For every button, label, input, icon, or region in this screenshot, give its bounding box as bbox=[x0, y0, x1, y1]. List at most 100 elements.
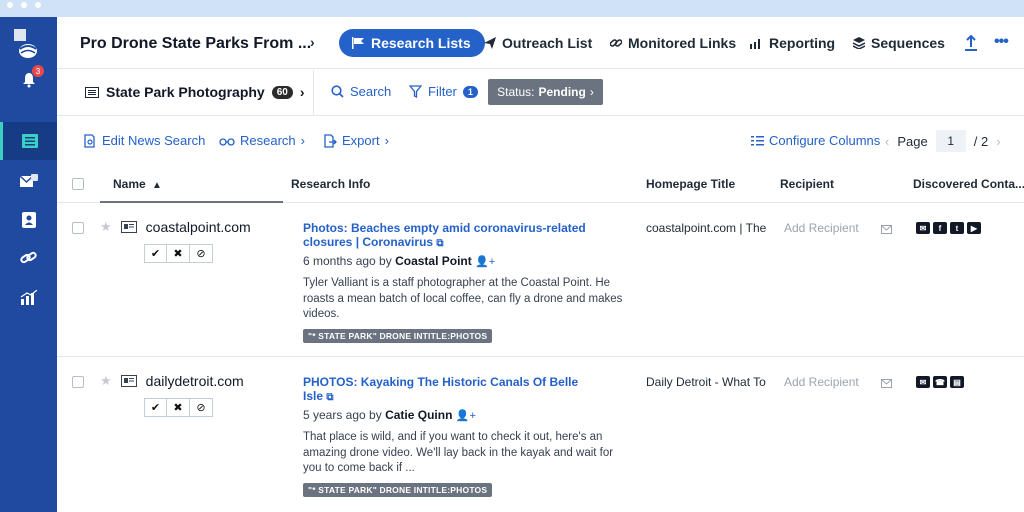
tab-monitored-links[interactable]: Monitored Links bbox=[610, 29, 736, 57]
email-icon[interactable]: ✉ bbox=[916, 376, 930, 388]
research-button[interactable]: Research › bbox=[219, 133, 305, 148]
tab-research-lists[interactable]: Research Lists bbox=[339, 29, 485, 57]
facebook-icon[interactable]: f bbox=[933, 222, 947, 234]
tab-sequences[interactable]: Sequences bbox=[853, 29, 945, 57]
flag-icon bbox=[352, 37, 364, 49]
edit-news-search-button[interactable]: Edit News Search bbox=[83, 133, 205, 148]
upload-icon[interactable] bbox=[964, 34, 978, 54]
contact-form-icon[interactable]: ▤ bbox=[950, 376, 964, 388]
article-age: 6 months ago by bbox=[303, 254, 392, 268]
layers-icon bbox=[853, 37, 865, 49]
link-icon bbox=[19, 251, 37, 264]
chevron-right-icon: › bbox=[299, 84, 305, 100]
research-info: PHOTOS: Kayaking The Historic Canals Of … bbox=[303, 375, 613, 497]
filter-count-badge: 1 bbox=[462, 85, 478, 98]
discovered-contacts: ✉ f t ▶ bbox=[916, 222, 981, 234]
reject-button[interactable]: ✖ bbox=[167, 244, 190, 263]
reject-button[interactable]: ✖ bbox=[167, 398, 190, 417]
tab-outreach-list[interactable]: Outreach List bbox=[484, 29, 592, 57]
article-author[interactable]: Catie Quinn bbox=[385, 408, 452, 422]
website-icon bbox=[120, 221, 137, 233]
filter-label: Filter bbox=[428, 84, 457, 99]
column-header-name[interactable]: Name ▲ bbox=[113, 177, 162, 191]
send-icon bbox=[484, 37, 496, 49]
domain-name[interactable]: dailydetroit.com bbox=[146, 373, 244, 389]
external-link-icon: ⧉ bbox=[436, 238, 444, 249]
phone-icon[interactable]: ☎ bbox=[933, 376, 947, 388]
configure-columns-label: Configure Columns bbox=[769, 133, 881, 148]
row-checkbox[interactable] bbox=[72, 376, 84, 388]
star-icon[interactable]: ★ bbox=[100, 219, 112, 235]
tab-reporting[interactable]: Reporting bbox=[749, 29, 835, 57]
block-button[interactable]: ⊘ bbox=[190, 244, 213, 263]
website-icon bbox=[120, 375, 137, 387]
chevron-right-icon: › bbox=[384, 133, 389, 148]
twitter-icon[interactable]: t bbox=[950, 222, 964, 234]
top-navigation: Pro Drone State Parks From ... › Researc… bbox=[57, 17, 1024, 69]
status-filter-button[interactable]: Status: Pending › bbox=[488, 79, 603, 105]
sidebar-item-reporting[interactable] bbox=[0, 279, 57, 317]
list-name: State Park Photography bbox=[106, 84, 265, 100]
discovered-contacts: ✉ ☎ ▤ bbox=[916, 376, 964, 388]
article-headline-link[interactable]: PHOTOS: Kayaking The Historic Canals Of … bbox=[303, 375, 583, 405]
chevron-right-icon[interactable]: › bbox=[310, 34, 315, 50]
block-button[interactable]: ⊘ bbox=[190, 398, 213, 417]
row-actions: ✔ ✖ ⊘ bbox=[144, 398, 213, 417]
article-meta: 5 years ago by Catie Quinn 👤+ bbox=[303, 407, 583, 424]
approve-button[interactable]: ✔ bbox=[144, 244, 167, 263]
add-recipient-button[interactable]: Add Recipient bbox=[784, 375, 859, 389]
article-description: That place is wild, and if you want to c… bbox=[303, 431, 614, 474]
column-header-homepage-title[interactable]: Homepage Title bbox=[646, 177, 735, 191]
list-selector[interactable]: State Park Photography 60 › bbox=[85, 84, 305, 100]
table-row[interactable]: ★ dailydetroit.com ✔ ✖ ⊘ PHOTOS: Kayakin… bbox=[57, 358, 1024, 512]
tab-label: Monitored Links bbox=[628, 35, 737, 51]
homepage-title: Daily Detroit - What To bbox=[646, 375, 766, 389]
row-checkbox[interactable] bbox=[72, 222, 84, 234]
article-author[interactable]: Coastal Point bbox=[395, 254, 472, 268]
column-header-discovered-contacts[interactable]: Discovered Conta... bbox=[913, 177, 1024, 191]
search-button[interactable]: Search bbox=[331, 84, 391, 99]
article-headline-link[interactable]: Photos: Beaches empty amid coronavirus-r… bbox=[303, 221, 623, 251]
table-row[interactable]: ★ coastalpoint.com ✔ ✖ ⊘ Photos: Beaches… bbox=[57, 204, 1024, 357]
youtube-icon[interactable]: ▶ bbox=[967, 222, 981, 234]
more-options-icon[interactable]: ••• bbox=[994, 33, 1009, 51]
table-header: Name ▲ Research Info Homepage Title Reci… bbox=[57, 163, 1024, 203]
article-meta: 6 months ago by Coastal Point 👤+ bbox=[303, 253, 623, 270]
sort-ascending-icon: ▲ bbox=[152, 180, 162, 191]
filter-button[interactable]: Filter 1 bbox=[409, 84, 478, 99]
window-dot bbox=[7, 2, 13, 8]
notification-count-badge: 3 bbox=[32, 65, 44, 77]
page-number-input[interactable]: 1 bbox=[935, 130, 966, 152]
email-icon[interactable]: ✉ bbox=[916, 222, 930, 234]
select-all-checkbox[interactable] bbox=[72, 178, 84, 190]
column-label: Name bbox=[113, 177, 146, 191]
domain-name[interactable]: coastalpoint.com bbox=[146, 219, 251, 235]
add-recipient-button[interactable]: Add Recipient bbox=[784, 221, 859, 235]
export-button[interactable]: Export › bbox=[323, 133, 389, 148]
headline-text: Photos: Beaches empty amid coronavirus-r… bbox=[303, 221, 586, 249]
previous-page-icon[interactable]: ‹ bbox=[885, 134, 889, 149]
project-title[interactable]: Pro Drone State Parks From ... bbox=[80, 35, 311, 53]
email-preview-icon[interactable] bbox=[881, 222, 892, 237]
chevron-right-icon: › bbox=[589, 85, 594, 99]
column-header-research-info[interactable]: Research Info bbox=[291, 177, 370, 191]
email-preview-icon[interactable] bbox=[881, 376, 892, 391]
sidebar-item-contacts[interactable] bbox=[0, 201, 57, 239]
sidebar-item-outreach[interactable] bbox=[0, 163, 57, 201]
sidebar-item-notifications[interactable]: 3 bbox=[0, 61, 57, 99]
edit-search-icon bbox=[84, 133, 95, 148]
sidebar-item-links[interactable] bbox=[0, 239, 57, 277]
column-header-recipient[interactable]: Recipient bbox=[780, 177, 834, 191]
window-dot bbox=[35, 2, 41, 8]
research-info: Photos: Beaches empty amid coronavirus-r… bbox=[303, 221, 623, 343]
star-icon[interactable]: ★ bbox=[100, 373, 112, 389]
app-logo-icon[interactable] bbox=[14, 29, 42, 59]
sidebar-item-lists[interactable] bbox=[0, 122, 57, 160]
sidebar: 3 bbox=[0, 17, 57, 512]
list-toolbar: Edit News Search Research › Export › Con… bbox=[57, 117, 1024, 163]
next-page-icon[interactable]: › bbox=[996, 134, 1000, 149]
approve-button[interactable]: ✔ bbox=[144, 398, 167, 417]
configure-columns-button[interactable]: Configure Columns bbox=[751, 133, 880, 148]
add-contact-icon[interactable]: 👤+ bbox=[456, 410, 476, 422]
add-contact-icon[interactable]: 👤+ bbox=[475, 256, 495, 268]
